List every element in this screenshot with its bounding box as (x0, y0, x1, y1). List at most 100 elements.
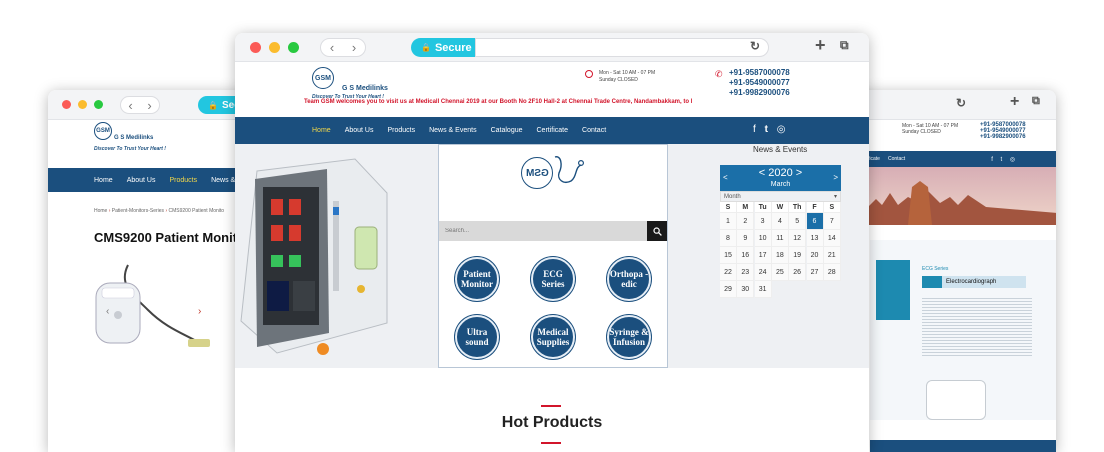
calendar-date[interactable]: 13 (806, 230, 824, 247)
nav-about[interactable]: About Us (345, 127, 374, 134)
left-nav-about[interactable]: About Us (127, 177, 156, 184)
instagram-icon[interactable]: ◎ (1010, 157, 1015, 163)
calendar-date[interactable]: 14 (823, 230, 841, 247)
calendar-date[interactable]: 15 (720, 247, 737, 264)
right-phone-3[interactable]: +91-9982900076 (980, 134, 1026, 140)
calendar-date[interactable]: 23 (737, 264, 755, 281)
nav-catalogue[interactable]: Catalogue (491, 127, 523, 134)
category-syringe-infusion[interactable]: Syringe & Infusion (607, 315, 651, 359)
nav-certificate[interactable]: Certificate (537, 127, 569, 134)
new-tab-icon[interactable]: + (1010, 93, 1019, 111)
main-logo: GSM (312, 67, 334, 89)
calendar-date[interactable]: 11 (771, 230, 789, 247)
breadcrumb-current: CMS9200 Patient Monito (168, 208, 225, 214)
breadcrumb-series[interactable]: Patient-Monitors-Series (112, 208, 164, 214)
calendar-date[interactable]: 1 (720, 213, 737, 230)
calendar-date[interactable]: 3 (754, 213, 772, 230)
maximize-dot-icon[interactable] (94, 100, 103, 109)
clock-icon (585, 70, 593, 78)
twitter-icon[interactable]: t (1001, 157, 1003, 163)
calendar-date[interactable]: 27 (806, 264, 824, 281)
announcement-marquee: Team GSM welcomes you to visit us at Med… (304, 99, 693, 105)
nav-contact[interactable]: Contact (582, 127, 606, 134)
calendar-date[interactable]: 22 (720, 264, 737, 281)
calendar-date[interactable]: 12 (789, 230, 807, 247)
calendar-date[interactable]: 8 (720, 230, 737, 247)
category-patient-monitor[interactable]: Patient Monitor (455, 257, 499, 301)
nav-news-events[interactable]: News & Events (429, 127, 476, 134)
close-dot-icon[interactable] (250, 42, 261, 53)
calendar-date[interactable]: 30 (737, 281, 755, 298)
calendar-day-header: Tu (754, 202, 772, 213)
right-nav-certificate[interactable]: ficate (868, 156, 880, 162)
reload-icon[interactable]: ↻ (956, 96, 966, 110)
calendar-date[interactable]: 2 (737, 213, 755, 230)
calendar-date[interactable]: 17 (754, 247, 772, 264)
calendar-date[interactable]: 29 (720, 281, 737, 298)
secure-badge[interactable]: 🔒 Secure (411, 38, 475, 57)
reload-icon[interactable]: ↻ (750, 39, 760, 53)
maximize-dot-icon[interactable] (288, 42, 299, 53)
pulse-oximeter-image (95, 264, 210, 347)
calendar-date[interactable]: 26 (789, 264, 807, 281)
category-ecg-series[interactable]: ECG Series (531, 257, 575, 301)
category-ultrasound[interactable]: Ultra sound (455, 315, 499, 359)
back-arrow-icon[interactable]: ‹ (128, 98, 132, 113)
breadcrumb-home[interactable]: Home (94, 208, 107, 214)
nav-home[interactable]: Home (312, 127, 331, 134)
back-arrow-icon[interactable]: ‹ (330, 40, 334, 55)
calendar-header: < < 2020 > March > (720, 165, 841, 191)
calendar-year[interactable]: < 2020 > (720, 167, 841, 179)
right-nav-contact[interactable]: Contact (888, 156, 905, 162)
search-button[interactable] (647, 221, 667, 241)
new-tab-icon[interactable]: + (815, 35, 826, 56)
product-name-bar: Electrocardiograph (922, 276, 1026, 288)
facebook-icon[interactable]: f (991, 157, 993, 163)
calendar-next-icon[interactable]: > (833, 173, 838, 182)
calendar-date[interactable]: 6 (806, 213, 824, 230)
main-phone-1[interactable]: +91-9587000078 (729, 68, 790, 78)
calendar-date[interactable]: 4 (771, 213, 789, 230)
category-orthopaedic[interactable]: Orthopa -edic (607, 257, 651, 301)
carousel-next-icon[interactable]: › (198, 306, 201, 317)
main-phone-3[interactable]: +91-9982900076 (729, 88, 790, 98)
forward-arrow-icon[interactable]: › (147, 98, 151, 113)
calendar-date[interactable]: 20 (806, 247, 824, 264)
close-dot-icon[interactable] (62, 100, 71, 109)
tabs-icon[interactable]: ⧉ (1032, 95, 1040, 108)
instagram-icon[interactable]: ◎ (777, 124, 786, 135)
carousel-prev-icon[interactable]: ‹ (106, 306, 109, 317)
minimize-dot-icon[interactable] (78, 100, 87, 109)
calendar-date[interactable]: 24 (754, 264, 772, 281)
address-bar[interactable] (475, 38, 769, 57)
search-input[interactable] (439, 221, 647, 241)
panel-logo: GSM (521, 157, 553, 189)
search-row (439, 221, 667, 241)
main-phone-2[interactable]: +91-9549000077 (729, 78, 790, 88)
calendar-date[interactable]: 16 (737, 247, 755, 264)
tabs-icon[interactable]: ⧉ (840, 38, 849, 53)
calendar-date[interactable]: 31 (754, 281, 772, 298)
hot-products-heading: Hot Products (501, 414, 603, 431)
calendar-date[interactable]: 21 (823, 247, 841, 264)
ecg-device-image (926, 380, 986, 420)
calendar-date[interactable]: 10 (754, 230, 772, 247)
category-medical-supplies[interactable]: Medical Supplies (531, 315, 575, 359)
minimize-dot-icon[interactable] (269, 42, 280, 53)
calendar-month-select[interactable]: Month ▾ (720, 191, 841, 202)
calendar-date[interactable]: 9 (737, 230, 755, 247)
left-nav-products[interactable]: Products (169, 177, 197, 184)
nav-products[interactable]: Products (387, 127, 415, 134)
calendar-date[interactable]: 28 (823, 264, 841, 281)
phone-icon: ✆ (715, 69, 723, 79)
calendar-date[interactable]: 25 (771, 264, 789, 281)
calendar-date[interactable]: 5 (789, 213, 807, 230)
facebook-icon[interactable]: f (753, 124, 756, 135)
calendar-date[interactable]: 18 (771, 247, 789, 264)
forward-arrow-icon[interactable]: › (352, 40, 356, 55)
calendar-date[interactable]: 19 (789, 247, 807, 264)
calendar-date[interactable]: 7 (823, 213, 841, 230)
left-nav-home[interactable]: Home (94, 177, 113, 184)
twitter-icon[interactable]: t (765, 124, 768, 135)
calendar-day-header: S (720, 202, 737, 213)
